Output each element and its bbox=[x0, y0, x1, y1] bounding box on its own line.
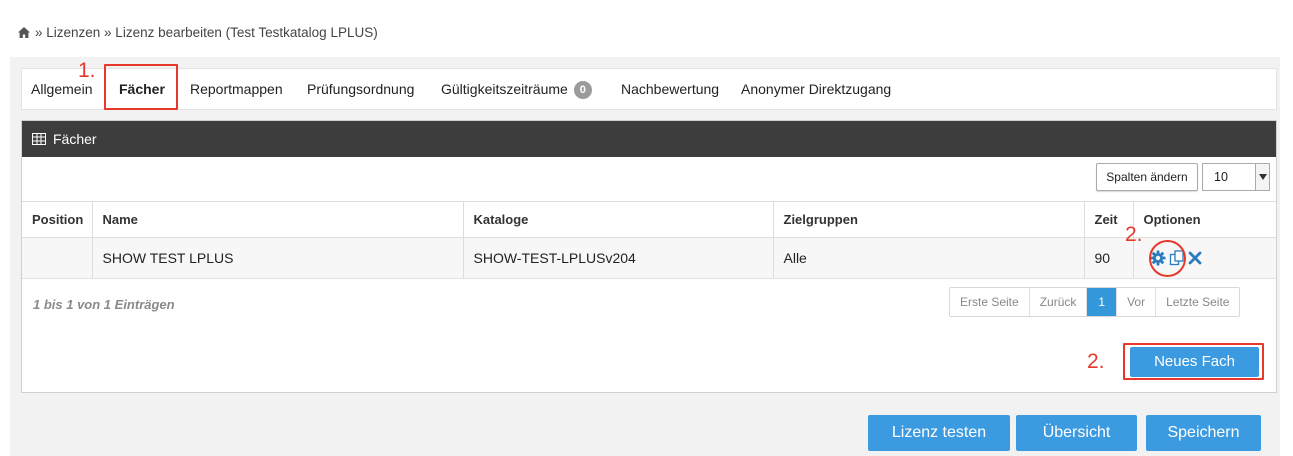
highlight-circle-gear bbox=[1149, 240, 1186, 277]
tab-pruefungsordnung[interactable]: Prüfungsordnung bbox=[307, 69, 414, 109]
delete-icon[interactable] bbox=[1188, 251, 1202, 265]
page-first-button[interactable]: Erste Seite bbox=[950, 288, 1030, 316]
tab-label: Gültigkeitszeiträume bbox=[441, 81, 568, 97]
save-button[interactable]: Speichern bbox=[1146, 415, 1261, 451]
test-license-button[interactable]: Lizenz testen bbox=[868, 415, 1010, 451]
change-columns-button[interactable]: Spalten ändern bbox=[1096, 163, 1198, 191]
tab-anonymer-direktzugang[interactable]: Anonymer Direktzugang bbox=[741, 69, 891, 109]
page-prev-button[interactable]: Zurück bbox=[1030, 288, 1088, 316]
home-icon[interactable] bbox=[17, 26, 31, 39]
annotation-step-2-options: 2. bbox=[1125, 223, 1143, 246]
highlight-box-new-subject bbox=[1123, 343, 1264, 380]
breadcrumb: » Lizenzen » Lizenz bearbeiten (Test Tes… bbox=[17, 25, 378, 40]
column-header-position[interactable]: Position bbox=[22, 201, 93, 238]
subjects-table: Position Name Kataloge Zielgruppen Zeit … bbox=[22, 201, 1276, 279]
tab-nachbewertung[interactable]: Nachbewertung bbox=[621, 69, 719, 109]
tab-gueltigkeitszeitraeume[interactable]: Gültigkeitszeiträume 0 bbox=[441, 69, 592, 109]
table-icon bbox=[32, 133, 46, 145]
panel-title: Fächer bbox=[53, 131, 97, 147]
breadcrumb-path[interactable]: » Lizenzen » Lizenz bearbeiten (Test Tes… bbox=[35, 25, 378, 40]
page-current-button[interactable]: 1 bbox=[1087, 288, 1118, 316]
overview-button[interactable]: Übersicht bbox=[1016, 415, 1137, 451]
tab-reportmappen[interactable]: Reportmappen bbox=[190, 69, 283, 109]
column-header-kataloge[interactable]: Kataloge bbox=[463, 201, 774, 238]
cell-zielgruppen: Alle bbox=[773, 237, 1085, 279]
entries-info: 1 bis 1 von 1 Einträgen bbox=[33, 297, 175, 312]
cell-name: SHOW TEST LPLUS bbox=[92, 237, 464, 279]
page-size-value: 10 bbox=[1214, 170, 1228, 184]
cell-position bbox=[22, 237, 93, 279]
tab-bar: Allgemein Fächer Reportmappen Prüfungsor… bbox=[21, 68, 1277, 110]
page-size-select[interactable]: 10 bbox=[1202, 163, 1270, 191]
page-next-button[interactable]: Vor bbox=[1117, 288, 1157, 316]
column-header-zielgruppen[interactable]: Zielgruppen bbox=[773, 201, 1085, 238]
cell-kataloge: SHOW-TEST-LPLUSv204 bbox=[463, 237, 774, 279]
pagination: Erste Seite Zurück 1 Vor Letzte Seite bbox=[949, 287, 1241, 317]
chevron-down-icon bbox=[1255, 164, 1269, 190]
count-badge: 0 bbox=[573, 81, 592, 99]
column-header-name[interactable]: Name bbox=[92, 201, 464, 238]
column-header-optionen: Optionen bbox=[1133, 201, 1276, 238]
highlight-box-tab bbox=[104, 64, 178, 110]
divider bbox=[22, 278, 1276, 279]
annotation-step-2-button: 2. bbox=[1087, 350, 1105, 373]
annotation-step-1: 1. bbox=[78, 59, 96, 82]
page-last-button[interactable]: Letzte Seite bbox=[1156, 288, 1239, 316]
table-row: SHOW TEST LPLUS SHOW-TEST-LPLUSv204 Alle… bbox=[22, 237, 1276, 279]
table-header-row: Position Name Kataloge Zielgruppen Zeit … bbox=[22, 201, 1276, 238]
panel-header: Fächer bbox=[22, 121, 1276, 157]
